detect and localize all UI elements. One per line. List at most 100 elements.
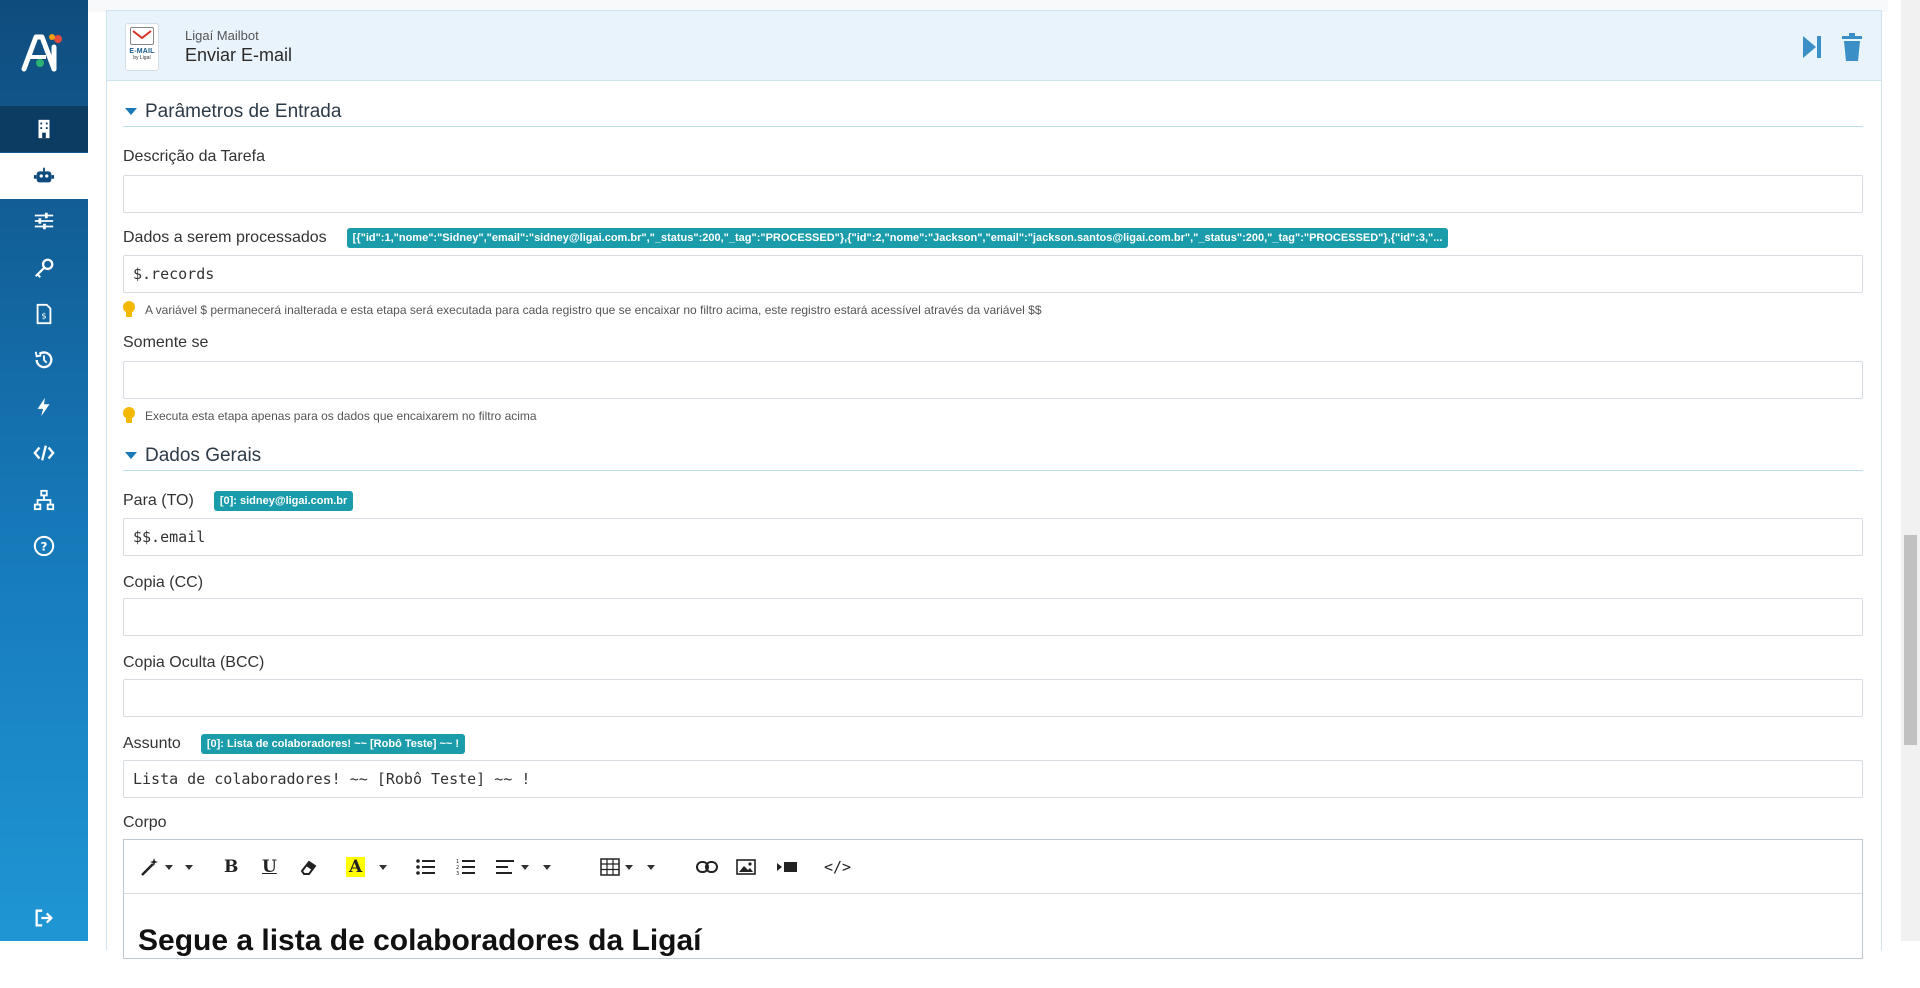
underline-button[interactable]: U xyxy=(262,852,277,882)
to-input[interactable]: $$.email xyxy=(123,518,1863,556)
chevron-down-icon xyxy=(625,864,633,870)
style-button[interactable] xyxy=(140,852,193,882)
skip-step-button[interactable] xyxy=(1797,31,1827,63)
label-text: Copia Oculta (BCC) xyxy=(123,654,265,671)
email-step-badge: E-MAIL by Ligaí xyxy=(125,23,159,71)
step-card: E-MAIL by Ligaí Ligaí Mailbot Enviar E-m… xyxy=(106,10,1882,959)
invoice-icon: $ xyxy=(36,303,52,325)
sidebar-item-robots[interactable] xyxy=(0,153,88,199)
data-label: Dados a serem processados [{"id":1,"nome… xyxy=(123,228,1449,248)
bolt-icon xyxy=(37,397,50,417)
to-label: Para (TO) [0]: sidney@ligai.com.br xyxy=(123,491,354,511)
data-input[interactable]: $.records xyxy=(123,255,1863,293)
chevron-down-icon xyxy=(543,864,551,870)
page-scrollbar[interactable] xyxy=(1901,0,1920,941)
image-button[interactable] xyxy=(736,852,756,882)
hint-text: A variável $ permanecerá inalterada e es… xyxy=(145,303,1042,317)
body-editor[interactable]: B U A 123 </> Segue a lista de colaborad… xyxy=(123,839,1863,959)
robot-icon xyxy=(33,167,55,183)
ai-logo-icon xyxy=(21,34,62,72)
label-text: Dados a serem processados xyxy=(123,229,327,246)
font-color-icon: A xyxy=(346,857,366,877)
sidebar-item-credentials[interactable] xyxy=(0,245,88,291)
sidebar-item-api[interactable] xyxy=(0,430,88,476)
sidebar-item-settings[interactable] xyxy=(0,198,88,244)
align-left-icon xyxy=(496,860,514,874)
table-button[interactable] xyxy=(600,852,655,882)
label-text: Para (TO) xyxy=(123,492,194,509)
chevron-down-icon xyxy=(647,864,655,870)
sidebar-item-help[interactable]: ? xyxy=(0,523,88,569)
eraser-icon xyxy=(300,860,317,875)
remove-format-button[interactable] xyxy=(300,852,318,882)
lightbulb-icon xyxy=(123,407,135,423)
chevron-down-icon xyxy=(185,864,193,870)
sidebar-item-triggers[interactable] xyxy=(0,384,88,430)
cc-label: Copia (CC) xyxy=(123,574,203,592)
history-icon xyxy=(34,351,53,369)
body-label: Corpo xyxy=(123,814,167,832)
editor-content[interactable]: Segue a lista de colaboradores da Ligaí xyxy=(124,894,1862,988)
ordered-list-button[interactable]: 123 xyxy=(456,852,476,882)
link-button[interactable] xyxy=(696,852,718,882)
data-preview-badge: [{"id":1,"nome":"Sidney","email":"sidney… xyxy=(346,228,1449,248)
editor-toolbar: B U A 123 </> xyxy=(124,840,1862,894)
cc-input[interactable] xyxy=(123,598,1863,636)
subject-input[interactable]: Lista de colaboradores! ~~ [Robô Teste] … xyxy=(123,760,1863,798)
bcc-input[interactable] xyxy=(123,679,1863,717)
bold-button[interactable]: B xyxy=(224,852,238,882)
chevron-down-icon xyxy=(521,864,529,870)
building-icon xyxy=(38,119,50,139)
label-text: Assunto xyxy=(123,735,181,752)
video-button[interactable] xyxy=(776,852,798,882)
chevron-down-icon xyxy=(165,864,173,870)
logout-icon xyxy=(35,909,53,927)
app-logo[interactable] xyxy=(0,0,88,106)
sidebar-item-logout[interactable] xyxy=(0,895,88,941)
step-title: Enviar E-mail xyxy=(185,45,293,65)
skip-forward-icon xyxy=(1803,36,1821,58)
badge-by: by Ligaí xyxy=(133,55,151,61)
only-if-input[interactable] xyxy=(123,361,1863,399)
chevron-down-icon xyxy=(379,864,388,870)
video-icon xyxy=(777,862,797,872)
link-icon xyxy=(696,861,718,873)
hint-text: Executa esta etapa apenas para os dados … xyxy=(145,409,537,423)
label-text: Descrição da Tarefa xyxy=(123,148,265,165)
svg-text:3: 3 xyxy=(456,871,459,876)
sidebar: $ ? xyxy=(0,0,88,941)
sidebar-item-company[interactable] xyxy=(0,106,88,152)
only-if-hint: Executa esta etapa apenas para os dados … xyxy=(123,407,537,425)
section-input-params[interactable]: Parâmetros de Entrada xyxy=(123,97,1863,127)
section-title: Dados Gerais xyxy=(145,444,262,466)
to-preview-badge: [0]: sidney@ligai.com.br xyxy=(213,491,354,511)
table-icon xyxy=(600,858,620,876)
help-icon: ? xyxy=(33,535,55,557)
subject-preview-badge: [0]: Lista de colaboradores! ~~ [Robô Te… xyxy=(200,734,466,754)
key-icon xyxy=(34,258,54,278)
label-text: Somente se xyxy=(123,334,209,351)
subject-label: Assunto [0]: Lista de colaboradores! ~~ … xyxy=(123,734,466,754)
code-view-button[interactable]: </> xyxy=(824,852,851,882)
align-button[interactable] xyxy=(496,852,551,882)
delete-step-button[interactable] xyxy=(1837,31,1867,63)
main-content: E-MAIL by Ligaí Ligaí Mailbot Enviar E-m… xyxy=(88,0,1888,959)
step-header: E-MAIL by Ligaí Ligaí Mailbot Enviar E-m… xyxy=(107,11,1881,81)
font-color-button[interactable]: A xyxy=(346,852,388,882)
scrollbar-thumb[interactable] xyxy=(1904,535,1917,745)
task-description-label: Descrição da Tarefa xyxy=(123,148,265,166)
badge-text: E-MAIL xyxy=(129,48,155,55)
sidebar-item-network[interactable] xyxy=(0,477,88,523)
task-description-input[interactable] xyxy=(123,175,1863,213)
section-general[interactable]: Dados Gerais xyxy=(123,441,1863,471)
caret-down-icon xyxy=(125,452,137,459)
network-icon xyxy=(33,489,55,511)
sidebar-item-billing[interactable]: $ xyxy=(0,291,88,337)
label-text: Copia (CC) xyxy=(123,574,204,591)
svg-text:$: $ xyxy=(41,311,46,321)
sidebar-item-history[interactable] xyxy=(0,337,88,383)
bullet-list-icon xyxy=(416,859,435,875)
bullet-list-button[interactable] xyxy=(416,852,436,882)
data-hint: A variável $ permanecerá inalterada e es… xyxy=(123,301,1042,319)
bcc-label: Copia Oculta (BCC) xyxy=(123,654,264,672)
